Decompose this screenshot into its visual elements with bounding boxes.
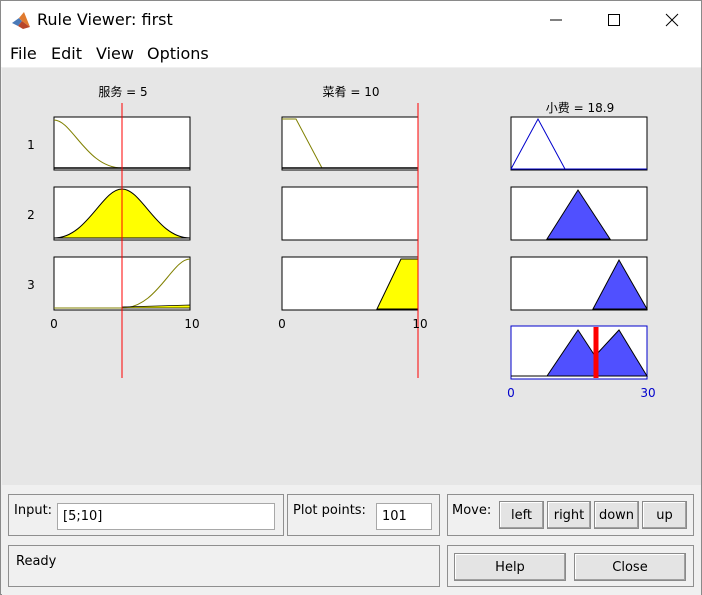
input-label: Input: bbox=[14, 503, 53, 518]
menu-file[interactable]: File bbox=[10, 44, 37, 63]
output-aggregate-plot bbox=[510, 325, 648, 380]
input-panel: Input: bbox=[8, 494, 284, 536]
plot-points-field[interactable] bbox=[376, 503, 432, 530]
close-icon bbox=[665, 13, 679, 27]
move-panel: Move: left right down up bbox=[447, 494, 694, 536]
output-axis-max: 30 bbox=[640, 386, 655, 400]
help-button[interactable]: Help bbox=[454, 553, 566, 581]
plot-points-label: Plot points: bbox=[293, 503, 366, 518]
input1-axis-min: 0 bbox=[50, 317, 58, 331]
minimize-button[interactable] bbox=[527, 1, 585, 39]
input1-axis-max: 10 bbox=[184, 317, 199, 331]
move-label: Move: bbox=[452, 503, 492, 518]
output-axis-min: 0 bbox=[507, 386, 515, 400]
menu-edit[interactable]: Edit bbox=[51, 44, 82, 63]
rule-number[interactable]: 1 bbox=[27, 138, 35, 152]
help-close-panel: Help Close bbox=[447, 545, 694, 587]
output-rule2-plot bbox=[510, 186, 648, 241]
input2-rule1-plot bbox=[281, 116, 419, 171]
input2-rule2-plot bbox=[281, 186, 419, 241]
rule-number[interactable]: 2 bbox=[27, 208, 35, 222]
matlab-logo-icon bbox=[11, 10, 31, 30]
maximize-icon bbox=[608, 14, 620, 26]
control-area: Input: Plot points: Move: left right dow… bbox=[2, 485, 701, 595]
move-up-button[interactable]: up bbox=[642, 501, 687, 529]
move-right-button[interactable]: right bbox=[547, 501, 591, 529]
rule-viewer-window: Rule Viewer: first File Edit View Option… bbox=[0, 0, 702, 595]
input2-axis-max: 10 bbox=[412, 317, 427, 331]
status-panel: Ready bbox=[8, 545, 440, 587]
output-rule3-plot bbox=[510, 256, 648, 311]
minimize-icon bbox=[550, 19, 562, 21]
input2-rule3-plot bbox=[281, 256, 419, 311]
move-left-button[interactable]: left bbox=[499, 501, 544, 529]
output-rule1-plot bbox=[510, 116, 648, 171]
window-title: Rule Viewer: first bbox=[37, 10, 173, 29]
input2-axis-min: 0 bbox=[278, 317, 286, 331]
rule-plot-area: 服务 = 5 菜肴 = 10 小费 = 18.9 1 2 3 0 10 0 10… bbox=[2, 68, 701, 485]
plot-points-panel: Plot points: bbox=[287, 494, 440, 536]
status-text: Ready bbox=[16, 554, 57, 569]
rule-plots-canvas: 服务 = 5 菜肴 = 10 小费 = 18.9 1 2 3 0 10 0 10… bbox=[27, 84, 655, 400]
move-down-button[interactable]: down bbox=[594, 501, 639, 529]
menu-bar: File Edit View Options bbox=[1, 39, 701, 67]
rule-number[interactable]: 3 bbox=[27, 278, 35, 292]
input1-header: 服务 = 5 bbox=[98, 84, 147, 99]
menu-view[interactable]: View bbox=[96, 44, 134, 63]
output-header: 小费 = 18.9 bbox=[546, 101, 614, 115]
maximize-button[interactable] bbox=[585, 1, 643, 39]
close-button[interactable]: Close bbox=[574, 553, 686, 581]
title-bar: Rule Viewer: first bbox=[1, 1, 701, 39]
input-vector-field[interactable] bbox=[57, 503, 275, 530]
close-window-button[interactable] bbox=[643, 1, 701, 39]
menu-options[interactable]: Options bbox=[147, 44, 209, 63]
input2-header: 菜肴 = 10 bbox=[323, 85, 380, 99]
